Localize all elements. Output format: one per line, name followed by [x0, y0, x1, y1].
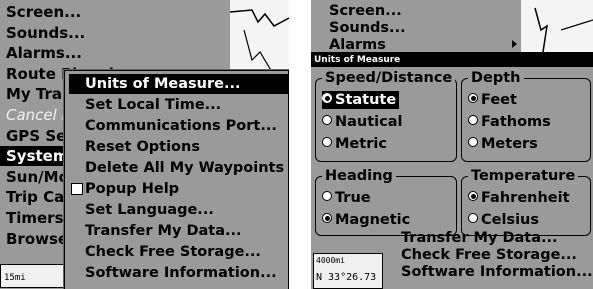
- radio-option[interactable]: Magnetic: [322, 211, 410, 229]
- radio-button-icon[interactable]: [468, 213, 478, 223]
- option-group: Speed/Distance Statute Nautical Metric: [315, 69, 457, 162]
- submenu-item[interactable]: Units of Measure...: [69, 74, 289, 94]
- radio-button-icon[interactable]: [322, 115, 332, 125]
- radio-option[interactable]: Feet: [468, 91, 517, 109]
- left-screen: Screen...Sounds...Alarms...Route Plannin…: [0, 0, 289, 289]
- submenu-item[interactable]: Software Information...: [69, 263, 289, 283]
- map-status-box: 4000mi N 33°26.73: [313, 253, 383, 289]
- dialog-title: Units of Measure: [311, 54, 593, 67]
- radio-button-icon[interactable]: [468, 115, 478, 125]
- radio-button-icon[interactable]: [322, 191, 332, 201]
- radio-option-label: True: [335, 190, 371, 206]
- group-label: Heading: [322, 167, 396, 185]
- submenu-item-label: Check Free Storage...: [85, 244, 261, 260]
- radio-option[interactable]: Nautical: [322, 113, 403, 131]
- radio-option-label: Nautical: [335, 114, 403, 130]
- submenu-item-label: Delete All My Waypoints: [85, 160, 285, 176]
- menu-item[interactable]: Transfer My Data...: [401, 229, 558, 247]
- radio-button-icon[interactable]: [468, 93, 478, 103]
- popup-help-checkbox[interactable]: [71, 183, 83, 195]
- radio-option[interactable]: Metric: [322, 135, 387, 153]
- submenu-arrow-icon: [512, 40, 517, 48]
- submenu-item[interactable]: Check Free Storage...: [69, 242, 289, 262]
- radio-option-label: Statute: [335, 92, 397, 108]
- right-screen: Screen... Sounds... Alarms Units of Measur…: [311, 0, 593, 289]
- option-group: Temperature Fahrenheit Celsius: [461, 167, 591, 236]
- radio-option-label: Celsius: [481, 212, 539, 228]
- radio-button-icon[interactable]: [322, 213, 332, 223]
- radio-option-label: Fahrenheit: [481, 190, 570, 206]
- system-submenu: Units of Measure... Set Local Time... Comm…: [64, 70, 289, 289]
- radio-button-icon[interactable]: [468, 137, 478, 147]
- submenu-item-label: Set Language...: [85, 202, 214, 218]
- units-of-measure-dialog: Units of Measure Speed/Distance Statute Na…: [311, 52, 593, 242]
- radio-option[interactable]: True: [322, 189, 371, 207]
- radio-option-label: Metric: [335, 136, 387, 152]
- radio-button-icon[interactable]: [322, 93, 332, 103]
- coordinate-readout: N 33°26.73: [316, 272, 377, 283]
- menu-item[interactable]: Alarms...: [0, 43, 234, 63]
- map-area[interactable]: [229, 0, 289, 73]
- submenu-item[interactable]: Delete All My Waypoints: [69, 158, 289, 178]
- submenu-item[interactable]: Popup Help: [69, 179, 289, 199]
- submenu-item-label: Transfer My Data...: [85, 223, 242, 239]
- map-lines: [229, 9, 289, 73]
- map-scale-text: 4000mi: [316, 256, 345, 265]
- submenu-item[interactable]: Reset Options: [69, 137, 289, 157]
- map-lines: [534, 7, 593, 53]
- radio-button-icon[interactable]: [322, 137, 332, 147]
- submenu-item-label: Reset Options: [85, 139, 200, 155]
- menu-item[interactable]: Screen...: [329, 2, 402, 20]
- submenu-item-label: Communications Port...: [85, 118, 277, 134]
- group-label: Temperature: [468, 167, 579, 185]
- map-scale-text: 15mi: [4, 273, 26, 283]
- group-label: Depth: [468, 69, 524, 87]
- menu-item[interactable]: Software Information...: [401, 263, 593, 281]
- group-label: Speed/Distance: [322, 69, 456, 87]
- map-area[interactable]: [521, 0, 593, 53]
- radio-option[interactable]: Fahrenheit: [468, 189, 570, 207]
- menu-item[interactable]: Sounds...: [0, 23, 234, 43]
- radio-option-label: Magnetic: [335, 212, 411, 228]
- menu-item[interactable]: Screen...: [0, 2, 234, 22]
- submenu-item-label: Units of Measure...: [85, 76, 241, 92]
- submenu-item-label: Popup Help: [85, 181, 180, 197]
- submenu-item[interactable]: Transfer My Data...: [69, 221, 289, 241]
- radio-option[interactable]: Statute: [322, 91, 400, 109]
- submenu-item-label: Software Information...: [85, 265, 277, 281]
- radio-option-label: Feet: [481, 92, 517, 108]
- radio-option[interactable]: Meters: [468, 135, 538, 153]
- radio-button-icon[interactable]: [468, 191, 478, 201]
- submenu-item[interactable]: Communications Port...: [69, 116, 289, 136]
- submenu-item[interactable]: Set Language...: [69, 200, 289, 220]
- menu-item[interactable]: Check Free Storage...: [401, 246, 577, 264]
- radio-option[interactable]: Celsius: [468, 211, 539, 229]
- radio-option-label: Fathoms: [481, 114, 551, 130]
- submenu-item[interactable]: Set Local Time...: [69, 95, 289, 115]
- radio-option[interactable]: Fathoms: [468, 113, 551, 131]
- submenu-item-label: Set Local Time...: [85, 97, 222, 113]
- option-group: Depth Feet Fathoms Meters: [461, 69, 591, 162]
- menu-item[interactable]: Sounds...: [329, 19, 406, 37]
- radio-option-label: Meters: [481, 136, 538, 152]
- option-group: Heading True Magnetic: [315, 167, 457, 236]
